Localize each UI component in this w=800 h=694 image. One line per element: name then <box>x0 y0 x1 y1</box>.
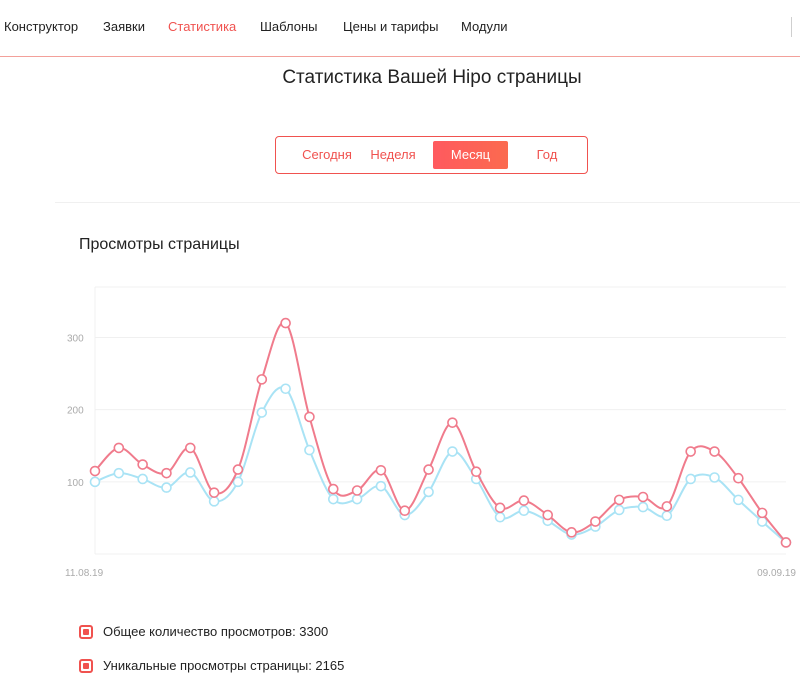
point-total-10 <box>327 483 339 495</box>
series-line-unique <box>94 386 787 544</box>
period-switch: Сегодня Неделя Месяц Год <box>275 136 588 174</box>
point-unique-15 <box>447 446 458 457</box>
point-total-26 <box>709 446 720 457</box>
point-total-4 <box>185 442 196 454</box>
point-unique-25 <box>685 473 696 485</box>
nav-item-templates[interactable]: Шаблоны <box>260 19 318 34</box>
nav-item-statistics[interactable]: Статистика <box>168 19 236 34</box>
point-total-9 <box>304 411 315 423</box>
point-unique-18 <box>518 505 530 517</box>
nav-item-constructor[interactable]: Конструктор <box>4 19 78 34</box>
point-unique-24 <box>661 510 673 522</box>
page-title: Статистика Вашей Hipo страницы <box>282 67 582 88</box>
point-unique-23 <box>637 501 649 513</box>
point-total-23 <box>637 491 649 503</box>
period-week-button[interactable]: Неделя <box>362 141 424 169</box>
point-total-19 <box>542 509 554 521</box>
point-total-21 <box>590 516 601 527</box>
series-line-total <box>94 321 787 544</box>
point-unique-6 <box>232 476 244 488</box>
x-tick-label-start: 11.08.19 <box>65 568 104 579</box>
legend-label-unique: Уникальные просмотры страницы: 2165 <box>103 658 345 673</box>
point-total-12 <box>375 464 387 476</box>
point-total-7 <box>256 374 268 385</box>
point-total-14 <box>423 464 434 475</box>
point-unique-4 <box>185 467 196 478</box>
legend-label-total: Общее количество просмотров: 3300 <box>103 624 329 639</box>
x-tick-label-end: 09.09.19 <box>757 568 796 579</box>
point-total-24 <box>661 501 673 512</box>
chart-title: Просмотры страницы <box>79 236 240 253</box>
period-year-button[interactable]: Год <box>519 141 575 169</box>
point-total-1 <box>113 442 125 454</box>
y-tick-label: 200 <box>67 406 84 417</box>
point-total-11 <box>351 485 363 496</box>
page-views-chart: 100 200 300 11.08.19 09.09.19 <box>65 286 796 579</box>
point-total-16 <box>470 466 482 478</box>
point-unique-2 <box>137 473 148 485</box>
point-unique-26 <box>709 472 720 483</box>
point-unique-3 <box>161 482 172 493</box>
legend-swatch-total <box>79 625 93 639</box>
y-tick-label: 300 <box>67 334 84 345</box>
point-unique-0 <box>89 476 101 488</box>
legend-swatch-unique <box>79 659 93 673</box>
point-unique-27 <box>733 494 744 506</box>
point-total-17 <box>494 502 506 514</box>
nav-item-requests[interactable]: Заявки <box>103 19 145 34</box>
point-unique-7 <box>256 407 268 418</box>
point-total-20 <box>566 527 577 538</box>
point-total-25 <box>685 446 696 457</box>
point-total-28 <box>756 507 768 519</box>
point-total-6 <box>232 464 244 475</box>
point-total-5 <box>208 487 220 498</box>
section-divider <box>55 202 800 203</box>
point-unique-10 <box>327 493 339 505</box>
point-total-0 <box>89 465 101 477</box>
nav-item-modules[interactable]: Модули <box>461 19 508 34</box>
point-unique-5 <box>208 496 220 507</box>
point-total-18 <box>518 495 530 506</box>
period-today-button[interactable]: Сегодня <box>284 141 370 169</box>
nav-divider <box>791 17 792 37</box>
point-unique-9 <box>304 444 315 456</box>
point-total-15 <box>447 417 458 428</box>
point-unique-17 <box>494 511 506 523</box>
point-unique-12 <box>375 480 387 492</box>
point-total-2 <box>137 459 148 470</box>
point-total-27 <box>733 472 744 484</box>
point-unique-8 <box>280 383 291 395</box>
point-total-22 <box>613 494 625 506</box>
nav-item-pricing[interactable]: Цены и тарифы <box>343 19 438 34</box>
point-total-13 <box>399 505 411 517</box>
top-navigation: Конструктор Заявки Статистика Шаблоны Це… <box>0 0 800 57</box>
point-total-3 <box>161 467 172 479</box>
point-total-8 <box>280 317 291 329</box>
period-month-button[interactable]: Месяц <box>433 141 508 169</box>
point-unique-22 <box>613 504 625 516</box>
point-unique-14 <box>423 486 434 498</box>
y-tick-label: 100 <box>67 478 84 489</box>
point-total-29 <box>780 537 792 548</box>
point-unique-11 <box>351 493 363 505</box>
point-unique-1 <box>113 467 125 479</box>
